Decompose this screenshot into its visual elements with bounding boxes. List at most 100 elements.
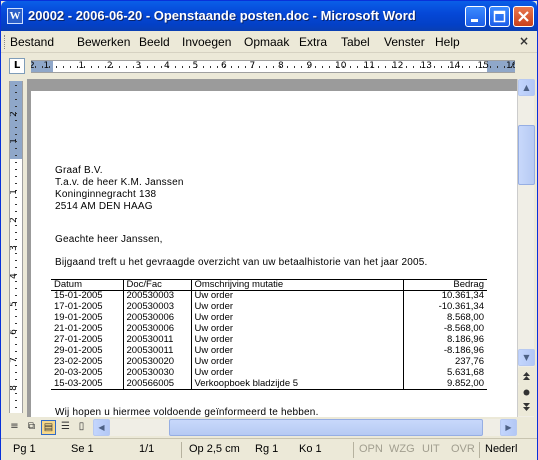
scroll-right-button[interactable]: ▶ xyxy=(500,419,517,436)
cell-bedrag: 10.361,34 xyxy=(402,290,487,302)
ruler-tick xyxy=(350,66,351,68)
minimize-button[interactable] xyxy=(465,6,486,27)
table-row: 20-03-2005 200530030 Uw order 5.631,68 xyxy=(51,367,487,379)
vertical-ruler-tick xyxy=(15,218,17,219)
cell-datum: 29-01-2005 xyxy=(51,345,124,357)
vertical-ruler-tick xyxy=(15,323,17,324)
close-button[interactable] xyxy=(513,6,534,27)
menu-bestand[interactable]: Bestand xyxy=(10,35,54,49)
cell-docfac: 200530020 xyxy=(122,356,192,368)
ruler-tick xyxy=(210,66,211,68)
vertical-ruler-tick xyxy=(15,309,17,310)
address-line: Koninginnegracht 138 xyxy=(55,189,157,200)
outline-view-icon: ☰ xyxy=(61,421,70,432)
outline-view-button[interactable]: ☰ xyxy=(58,420,73,435)
normal-view-button[interactable]: ≡ xyxy=(7,420,22,435)
next-page-button[interactable] xyxy=(518,399,535,416)
ruler-tick xyxy=(308,66,309,68)
ruler-number: 12 xyxy=(392,61,404,71)
web-layout-view-button[interactable]: ⧉ xyxy=(24,420,39,435)
status-track-changes[interactable]: WZG xyxy=(389,443,415,455)
previous-page-button[interactable] xyxy=(518,367,535,384)
status-page: Pg 1 xyxy=(13,443,36,455)
scroll-left-button[interactable]: ◀ xyxy=(93,419,110,436)
document-area[interactable]: Graaf B.V. T.a.v. de heer K.M. Janssen K… xyxy=(27,79,517,417)
ruler-tick xyxy=(420,66,421,68)
table-row: 27-01-2005 200530011 Uw order 8.186,96 xyxy=(51,334,487,346)
ruler-tick xyxy=(490,66,491,68)
maximize-button[interactable] xyxy=(489,6,510,27)
vertical-ruler-tick xyxy=(15,351,17,352)
menu-extra[interactable]: Extra xyxy=(299,35,327,49)
cell-docfac: 200566005 xyxy=(122,378,192,390)
menu-bewerken[interactable]: Bewerken xyxy=(77,35,130,49)
menu-beeld[interactable]: Beeld xyxy=(139,35,170,49)
status-position: Op 2,5 cm xyxy=(189,443,240,455)
document-close-button[interactable]: × xyxy=(519,34,529,48)
ruler-tick xyxy=(427,66,428,68)
vertical-ruler-tick xyxy=(15,106,17,107)
status-section: Se 1 xyxy=(71,443,94,455)
vertical-ruler-tick xyxy=(15,407,17,408)
horizontal-scrollbar[interactable]: ◀ ▶ xyxy=(93,419,517,436)
vertical-ruler-number: 2 xyxy=(9,217,19,223)
status-separator xyxy=(353,442,354,458)
ruler-number: 11 xyxy=(363,61,375,71)
cell-datum: 23-02-2005 xyxy=(51,356,124,368)
vertical-ruler-tick xyxy=(15,267,17,268)
normal-view-icon: ≡ xyxy=(10,421,19,432)
cell-omschrijving: Verkoopboek bladzijde 5 xyxy=(190,378,404,390)
ruler-tick xyxy=(448,66,449,68)
menu-invoegen[interactable]: Invoegen xyxy=(182,35,231,49)
ruler-tick xyxy=(35,66,36,68)
ruler-tick xyxy=(315,66,316,68)
document-page[interactable]: Graaf B.V. T.a.v. de heer K.M. Janssen K… xyxy=(31,91,517,417)
vertical-ruler-tick xyxy=(15,281,17,282)
menu-bar: Bestand Bewerken Beeld Invoegen Opmaak E… xyxy=(1,31,537,53)
vertical-ruler-tick xyxy=(15,337,17,338)
window-title: 20002 - 2006-06-20 - Openstaande posten.… xyxy=(28,8,416,23)
reading-layout-view-button[interactable]: ▯ xyxy=(74,420,89,435)
vertical-ruler-number: 4 xyxy=(9,273,19,279)
cell-docfac: 200530011 xyxy=(122,345,192,357)
tab-selector[interactable]: L xyxy=(9,58,25,74)
vertical-ruler-tick xyxy=(15,141,17,142)
ruler-tick xyxy=(231,66,232,68)
vertical-ruler-tick xyxy=(15,386,17,387)
menu-venster[interactable]: Venster xyxy=(384,35,425,49)
title-bar[interactable]: W 20002 - 2006-06-20 - Openstaande poste… xyxy=(1,1,537,31)
word-icon[interactable]: W xyxy=(7,8,23,24)
vertical-ruler-tick xyxy=(15,288,17,289)
toolbar-grip[interactable] xyxy=(4,35,7,49)
vertical-ruler-number: 5 xyxy=(9,301,19,307)
scroll-down-button[interactable]: ▼ xyxy=(518,349,535,366)
next-page-icon xyxy=(523,403,530,411)
print-layout-view-button[interactable]: ▤ xyxy=(41,420,56,435)
horizontal-ruler[interactable]: 2112345678910111213141516 xyxy=(31,60,515,73)
cell-bedrag: 8.186,96 xyxy=(402,334,487,346)
status-extend-selection[interactable]: UIT xyxy=(422,443,440,455)
address-line: 2514 AM DEN HAAG xyxy=(55,201,153,212)
vertical-scrollbar[interactable]: ▲ ▼ xyxy=(517,79,535,417)
cell-bedrag: 9.852,00 xyxy=(402,378,487,390)
menu-tabel[interactable]: Tabel xyxy=(341,35,370,49)
ruler-tick xyxy=(287,66,288,68)
vertical-ruler[interactable]: 2 1 1 2 3 4 5 6 7 8 xyxy=(9,81,23,413)
status-overtype[interactable]: OVR xyxy=(451,443,475,455)
cell-docfac: 200530011 xyxy=(122,334,192,346)
menu-opmaak[interactable]: Opmaak xyxy=(244,35,289,49)
ruler-tick xyxy=(511,66,512,68)
horizontal-scroll-thumb[interactable] xyxy=(169,419,483,436)
scroll-up-button[interactable]: ▲ xyxy=(518,79,535,96)
vertical-ruler-tick xyxy=(15,379,17,380)
status-language[interactable]: Nederl xyxy=(485,443,517,455)
vertical-scroll-thumb[interactable] xyxy=(518,125,535,185)
cell-docfac: 200530006 xyxy=(122,312,192,324)
status-record-macro[interactable]: OPN xyxy=(359,443,383,455)
salutation: Geachte heer Janssen, xyxy=(55,234,163,245)
cell-omschrijving: Uw order xyxy=(190,334,404,346)
ruler-tick xyxy=(294,66,295,68)
ruler-tick xyxy=(483,66,484,68)
menu-help[interactable]: Help xyxy=(435,35,460,49)
ruler-tick xyxy=(140,66,141,68)
